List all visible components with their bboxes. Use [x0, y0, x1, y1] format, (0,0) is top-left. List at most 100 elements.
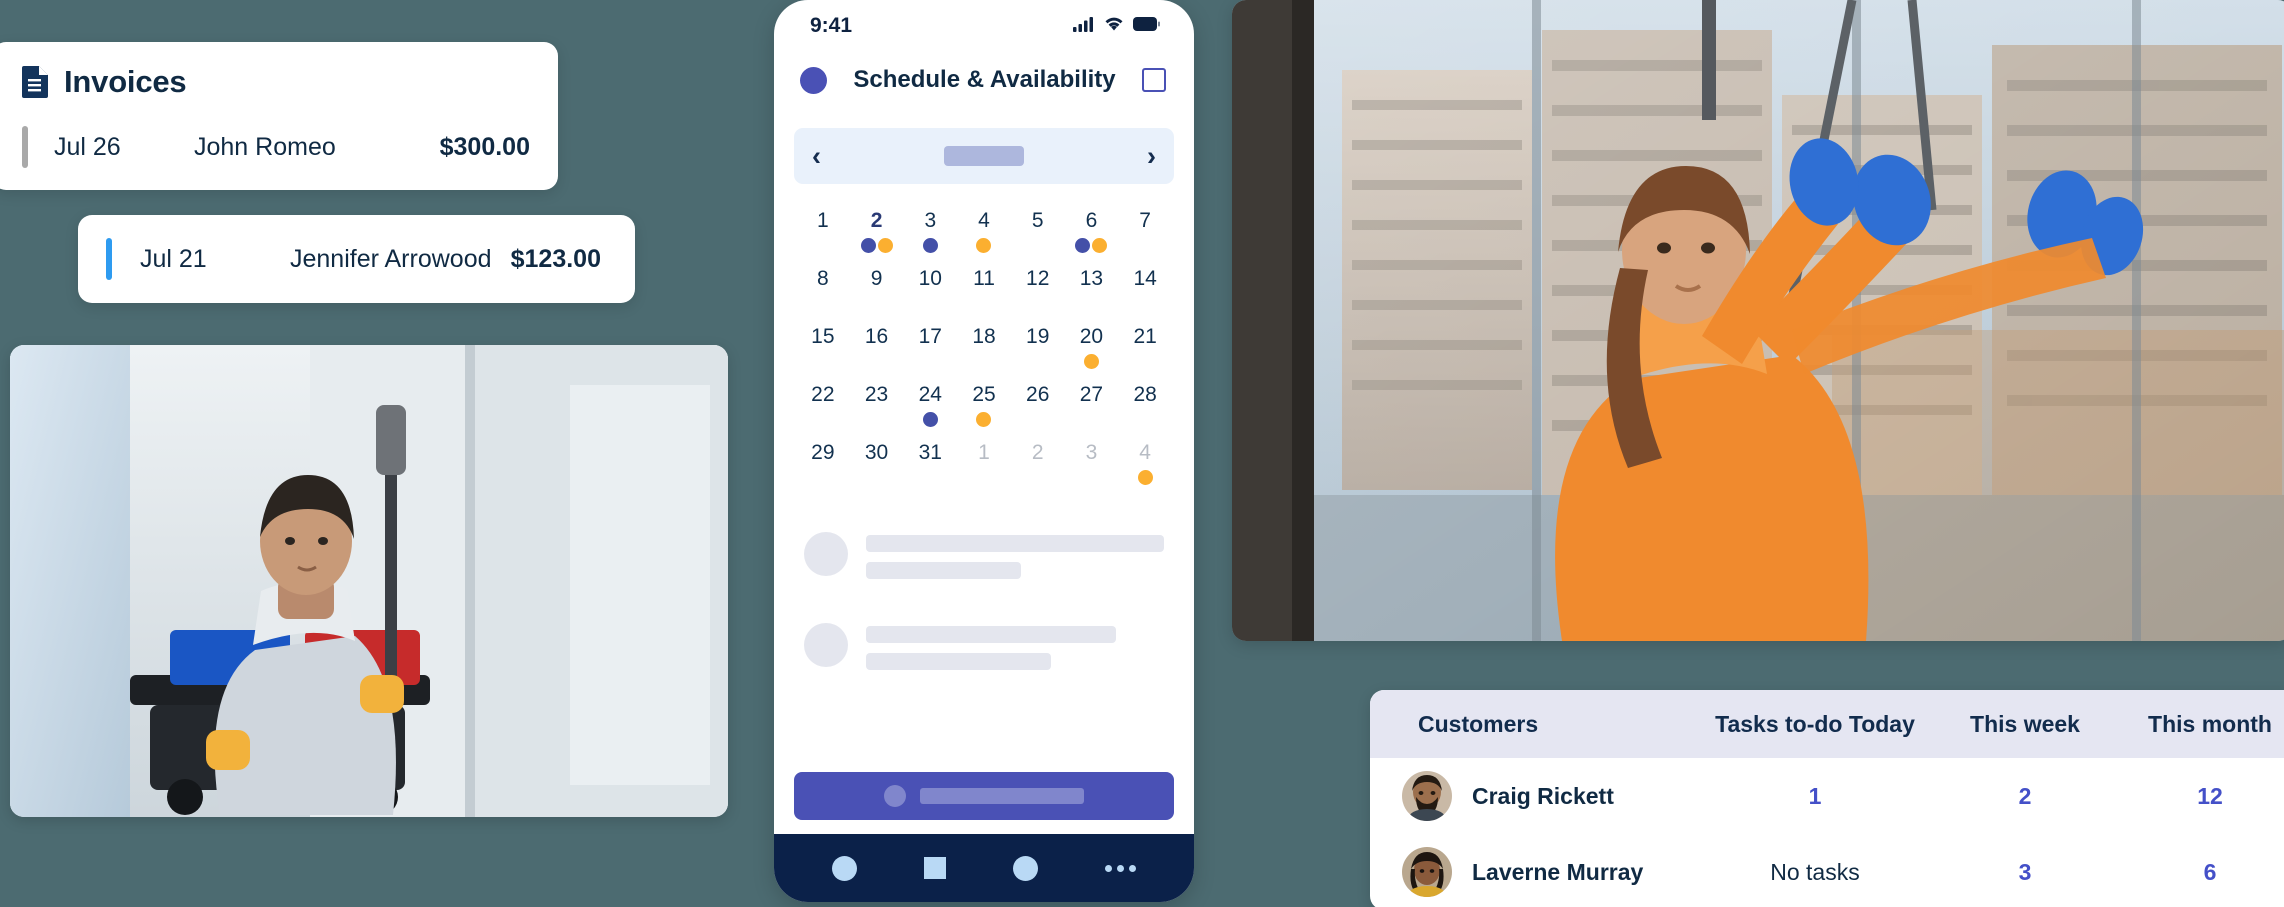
calendar-day-cell[interactable]: 3 [1065, 440, 1119, 494]
chevron-right-icon[interactable]: › [1147, 142, 1156, 170]
calendar-day-cell[interactable]: 27 [1065, 382, 1119, 436]
calendar-day-cell[interactable]: 2 [1011, 440, 1065, 494]
calendar-day-cell[interactable]: 11 [957, 266, 1011, 320]
calendar-day-cell[interactable]: 9 [850, 266, 904, 320]
calendar-day-cell[interactable]: 25 [957, 382, 1011, 436]
calendar-day-cell[interactable]: 18 [957, 324, 1011, 378]
calendar-day-cell[interactable]: 4 [1118, 440, 1172, 494]
invoice-row[interactable]: Jul 26 John Romeo $300.00 [22, 126, 530, 168]
avatar [1402, 771, 1452, 821]
calendar-day-cell[interactable]: 17 [903, 324, 957, 378]
event-dot-amber-icon [1083, 354, 1099, 369]
calendar-day-cell[interactable]: 29 [796, 440, 850, 494]
calendar-day-number: 31 [918, 441, 942, 464]
calendar-month-placeholder [944, 146, 1024, 166]
invoice-row-card[interactable]: Jul 21 Jennifer Arrowood $123.00 [78, 215, 635, 303]
calendar-day-number: 25 [972, 383, 996, 406]
event-dot-amber-icon [976, 238, 992, 253]
calendar-day-number: 28 [1133, 383, 1157, 406]
calendar-day-cell[interactable]: 15 [796, 324, 850, 378]
customers-table: Customers Tasks to-do Today This week Th… [1370, 690, 2284, 907]
calendar-day-cell[interactable]: 19 [1011, 324, 1065, 378]
chevron-left-icon[interactable]: ‹ [812, 142, 821, 170]
calendar-day-number: 21 [1133, 325, 1157, 348]
calendar-day-number: 11 [973, 267, 995, 290]
calendar-day-cell[interactable]: 6 [1065, 208, 1119, 262]
menu-dot-icon[interactable] [800, 66, 827, 94]
wifi-icon [1104, 16, 1124, 37]
calendar-day-cell[interactable]: 20 [1065, 324, 1119, 378]
calendar-day-number: 6 [1085, 209, 1098, 232]
event-dot-amber-icon [976, 412, 992, 427]
calendar-day-event-dots [1137, 470, 1153, 485]
calendar-day-number: 22 [811, 383, 835, 406]
calendar-day-number: 10 [918, 267, 942, 290]
calendar-week-row: 8 9 10 11 12 13 14 [796, 266, 1172, 320]
calendar-day-cell[interactable]: 13 [1065, 266, 1119, 320]
invoice-customer-name: Jennifer Arrowood [290, 244, 492, 273]
calendar-day-cell[interactable]: 3 [903, 208, 957, 262]
calendar-day-event-dots [976, 238, 992, 253]
calendar-day-cell[interactable]: 2 [850, 206, 904, 262]
calendar-day-cell[interactable]: 30 [850, 440, 904, 494]
calendar-day-number: 1 [817, 209, 829, 232]
customer-cell: Craig Rickett [1370, 771, 1700, 821]
tasks-today-value: No tasks [1770, 858, 1860, 885]
calendar-day-number: 15 [811, 325, 835, 348]
primary-action-bar[interactable] [794, 772, 1174, 820]
list-item[interactable] [804, 623, 1164, 680]
row-accent-bar [106, 238, 112, 280]
calendar-day-cell[interactable]: 23 [850, 382, 904, 436]
event-dot-amber-icon [877, 238, 893, 253]
invoice-date: Jul 21 [140, 244, 207, 273]
phone-app-header: Schedule & Availability [774, 52, 1194, 108]
calendar-day-cell[interactable]: 7 [1118, 208, 1172, 262]
square-nav-icon[interactable] [923, 857, 946, 879]
calendar-day-event-dots [922, 238, 938, 253]
phone-screen-title: Schedule & Availability [853, 66, 1116, 93]
table-row[interactable]: Laverne Murray No tasks 3 6 [1370, 834, 2284, 907]
calendar-day-cell[interactable]: 31 [903, 440, 957, 494]
calendar-day-cell[interactable]: 16 [850, 324, 904, 378]
list-item[interactable] [804, 532, 1164, 589]
calendar-day-number: 29 [811, 441, 835, 464]
calendar-day-cell[interactable]: 4 [957, 208, 1011, 262]
more-dots-nav-icon[interactable] [1105, 864, 1137, 872]
calendar-day-cell[interactable]: 8 [796, 266, 850, 320]
document-icon [22, 66, 48, 98]
circle-nav-icon[interactable] [831, 855, 857, 881]
calendar-day-number: 9 [870, 267, 883, 290]
event-dot-blue-icon [860, 238, 876, 253]
this-month-value: 6 [2203, 858, 2217, 885]
calendar-day-cell[interactable]: 12 [1011, 266, 1065, 320]
calendar-day-cell[interactable]: 14 [1118, 266, 1172, 320]
calendar-day-event-dots [860, 238, 893, 253]
calendar-day-cell[interactable]: 1 [796, 208, 850, 262]
calendar-day-event-dots [1075, 238, 1108, 253]
calendar-day-cell[interactable]: 28 [1118, 382, 1172, 436]
square-outline-icon[interactable] [1142, 68, 1166, 92]
calendar-day-cell[interactable]: 22 [796, 382, 850, 436]
row-accent-bar [22, 126, 28, 168]
calendar-week-row: 1 2 3 4 5 6 7 [796, 206, 1172, 262]
calendar-day-number: 4 [978, 209, 990, 232]
calendar-day-number: 18 [972, 325, 996, 348]
calendar-day-cell[interactable]: 26 [1011, 382, 1065, 436]
cta-label-placeholder [920, 788, 1084, 804]
table-row[interactable]: Craig Rickett 1 2 12 [1370, 758, 2284, 834]
customer-cell: Laverne Murray [1370, 847, 1700, 897]
list-item-lines [866, 623, 1164, 680]
calendar-day-cell[interactable]: 24 [903, 382, 957, 436]
circle-nav-icon[interactable] [1013, 855, 1039, 881]
column-header-customers: Customers [1418, 710, 1539, 737]
window-cleaner-photo [1232, 0, 2284, 641]
calendar-day-number: 12 [1026, 267, 1050, 290]
invoice-amount: $300.00 [439, 132, 530, 161]
customer-name: Laverne Murray [1472, 858, 1644, 885]
calendar-day-cell[interactable]: 1 [957, 440, 1011, 494]
calendar-day-cell[interactable]: 21 [1118, 324, 1172, 378]
calendar-day-number: 13 [1079, 267, 1104, 290]
calendar-day-number: 26 [1026, 383, 1050, 406]
calendar-day-cell[interactable]: 5 [1011, 208, 1065, 262]
calendar-day-cell[interactable]: 10 [903, 266, 957, 320]
